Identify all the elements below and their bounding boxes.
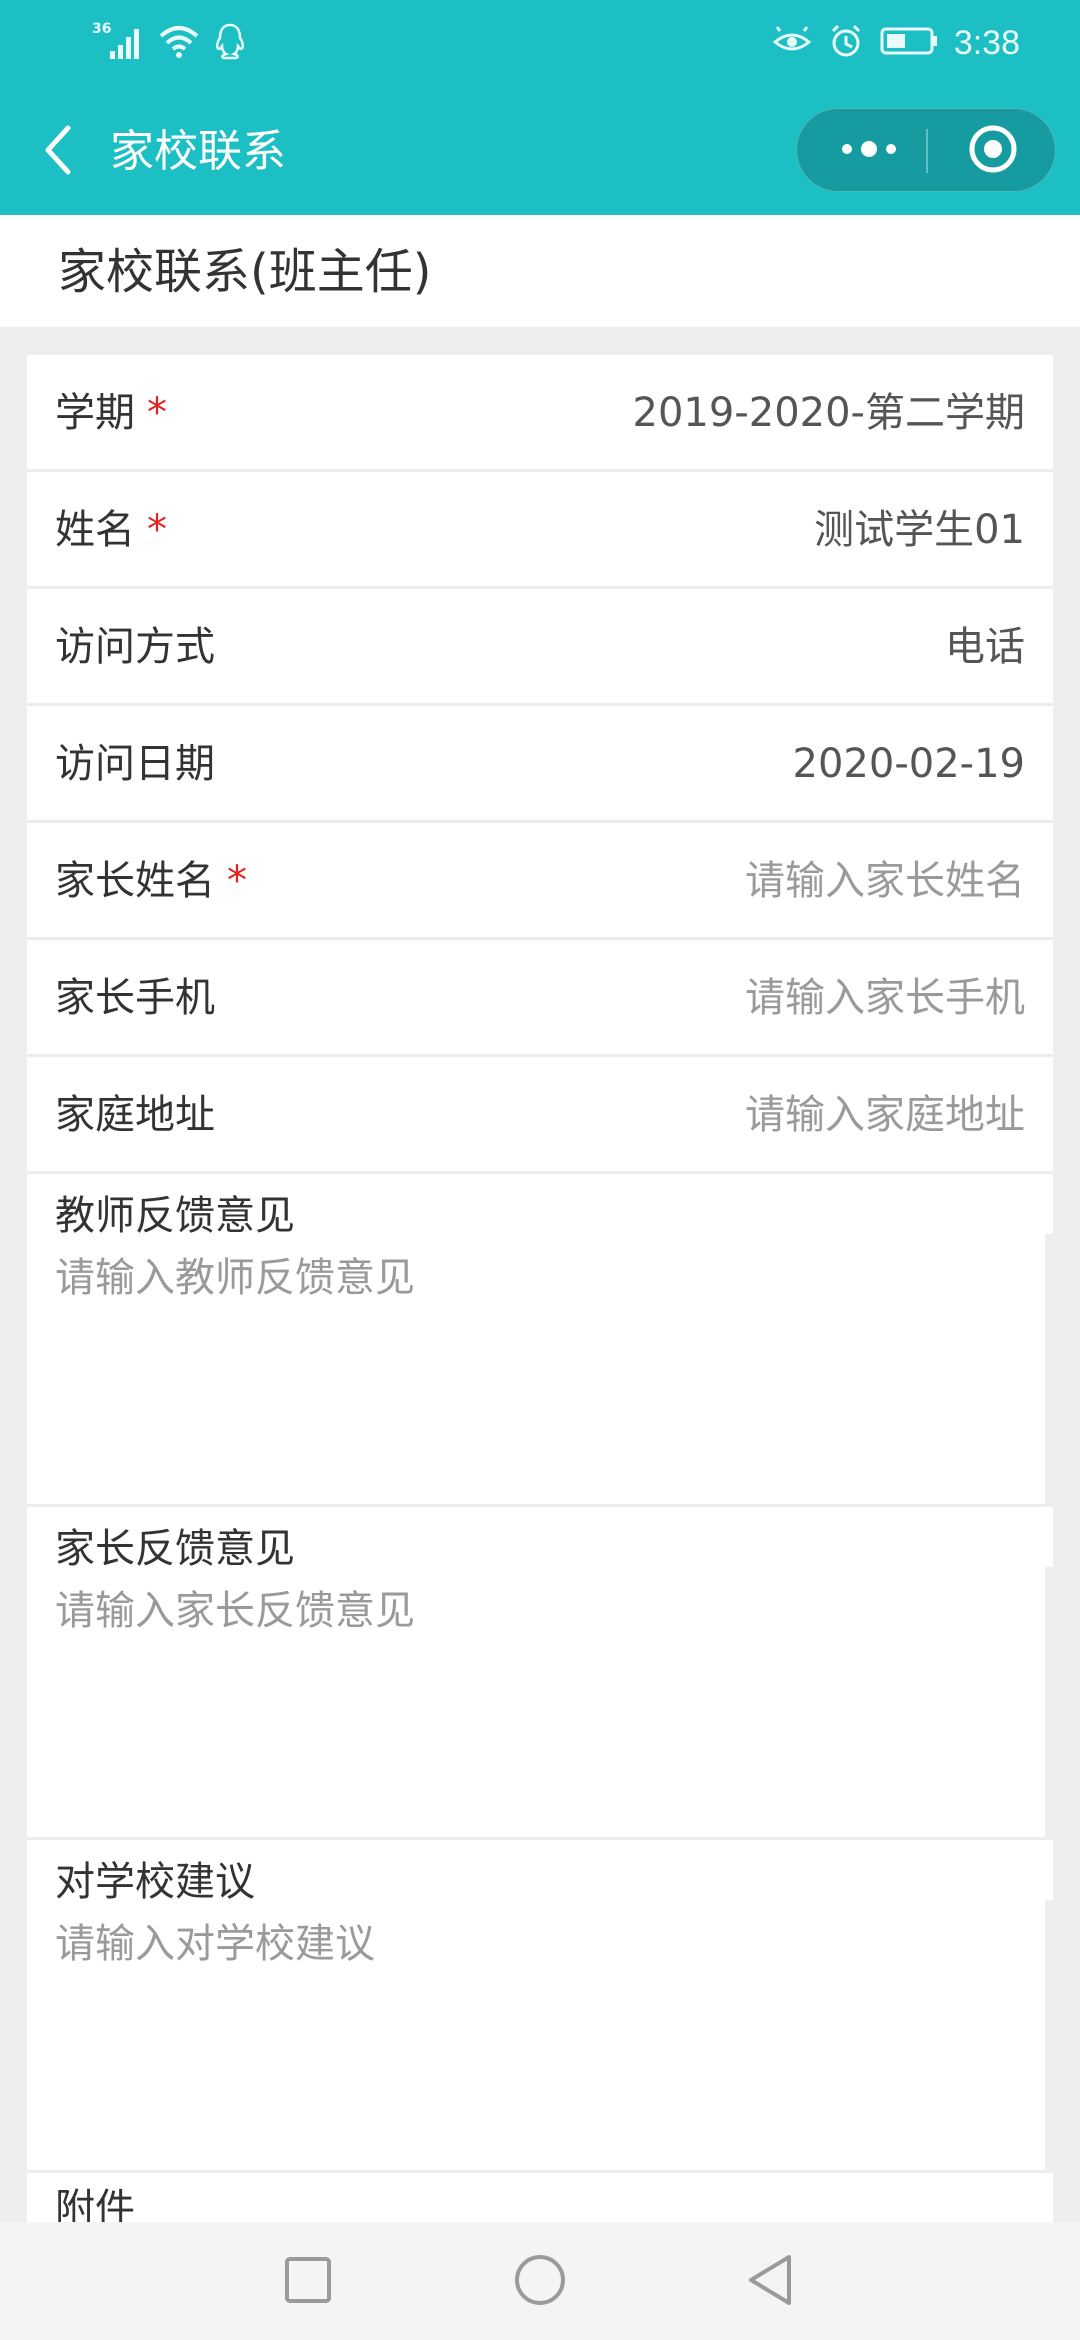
alarm-icon [828, 23, 864, 63]
parent-phone-field: 家长手机 请输入家长手机 [27, 940, 1053, 1057]
semester-field[interactable]: 学期 * 2019-2020-第二学期 [27, 355, 1053, 472]
battery-icon [880, 26, 938, 60]
page-header: 家校联系(班主任) [0, 215, 1080, 327]
status-bar: 36 3:38 [0, 0, 1080, 86]
eye-icon [772, 26, 812, 60]
signal-icon: 36 [92, 21, 144, 63]
triangle-back-icon [745, 2253, 795, 2311]
home-button[interactable] [508, 2250, 572, 2314]
home-address-input[interactable]: 请输入家庭地址 [745, 1087, 1025, 1143]
qq-icon [214, 22, 246, 64]
system-back-button[interactable] [738, 2250, 802, 2314]
system-nav-bar [0, 2222, 1080, 2340]
parent-phone-input[interactable]: 请输入家长手机 [745, 970, 1025, 1026]
status-time: 3:38 [953, 23, 1020, 62]
teacher-feedback-field: 教师反馈意见 请输入教师反馈意见 [27, 1174, 1053, 1507]
visit-method-value: 电话 [945, 624, 1025, 670]
more-button[interactable] [819, 121, 919, 181]
status-left: 36 [92, 21, 246, 64]
mini-program-capsule [796, 108, 1056, 192]
home-address-label: 家庭地址 [55, 1092, 215, 1138]
visit-date-label: 访问日期 [55, 741, 215, 787]
teacher-feedback-label: 教师反馈意见 [55, 1193, 295, 1239]
square-icon [283, 2255, 333, 2309]
semester-label-text: 学期 [55, 390, 135, 436]
name-label: 姓名 * [55, 502, 167, 558]
status-right: 3:38 [772, 22, 1020, 64]
home-address-field: 家庭地址 请输入家庭地址 [27, 1057, 1053, 1174]
top-bar: 36 3:38 家校联系 [0, 0, 1080, 215]
recent-apps-button[interactable] [276, 2250, 340, 2314]
chevron-left-icon [40, 123, 76, 181]
parent-name-input[interactable]: 请输入家长姓名 [745, 853, 1025, 909]
contact-form: 学期 * 2019-2020-第二学期 姓名 * 测试学生01 访问方式 电话 访问… [27, 355, 1053, 2232]
visit-method-label: 访问方式 [55, 624, 215, 670]
school-suggestion-textarea[interactable]: 请输入对学校建议 [55, 1916, 375, 1972]
scroll-edge [1045, 1900, 1053, 2173]
page-title: 家校联系(班主任) [58, 244, 432, 300]
circle-icon [513, 2253, 567, 2311]
teacher-feedback-textarea[interactable]: 请输入教师反馈意见 [55, 1250, 415, 1306]
school-suggestion-field: 对学校建议 请输入对学校建议 [27, 1840, 1053, 2173]
semester-value: 2019-2020-第二学期 [632, 390, 1025, 436]
nav-title: 家校联系 [110, 126, 286, 177]
name-field[interactable]: 姓名 * 测试学生01 [27, 472, 1053, 589]
visit-date-value: 2020-02-19 [792, 741, 1025, 787]
semester-label: 学期 * [55, 385, 167, 441]
scroll-edge [1045, 1567, 1053, 1840]
required-mark: * [227, 858, 247, 904]
required-mark: * [147, 390, 167, 436]
parent-feedback-textarea[interactable]: 请输入家长反馈意见 [55, 1583, 415, 1639]
visit-method-field[interactable]: 访问方式 电话 [27, 589, 1053, 706]
name-value: 测试学生01 [814, 507, 1025, 553]
parent-feedback-field: 家长反馈意见 请输入家长反馈意见 [27, 1507, 1053, 1840]
school-suggestion-label: 对学校建议 [55, 1859, 255, 1905]
parent-phone-label: 家长手机 [55, 975, 215, 1021]
close-miniprogram-button[interactable] [943, 121, 1043, 181]
capsule-divider [926, 129, 928, 173]
parent-name-field: 家长姓名 * 请输入家长姓名 [27, 823, 1053, 940]
required-mark: * [147, 507, 167, 553]
wifi-icon [158, 23, 200, 63]
parent-name-label: 家长姓名 * [55, 853, 247, 909]
parent-feedback-label: 家长反馈意见 [55, 1526, 295, 1572]
back-button[interactable] [30, 124, 86, 180]
visit-date-field[interactable]: 访问日期 2020-02-19 [27, 706, 1053, 823]
more-dots-icon [839, 139, 899, 163]
target-icon [967, 123, 1019, 179]
scroll-edge [1045, 1234, 1053, 1507]
parent-name-label-text: 家长姓名 [55, 858, 215, 904]
nav-bar: 家校联系 [0, 100, 1080, 204]
name-label-text: 姓名 [55, 507, 135, 553]
